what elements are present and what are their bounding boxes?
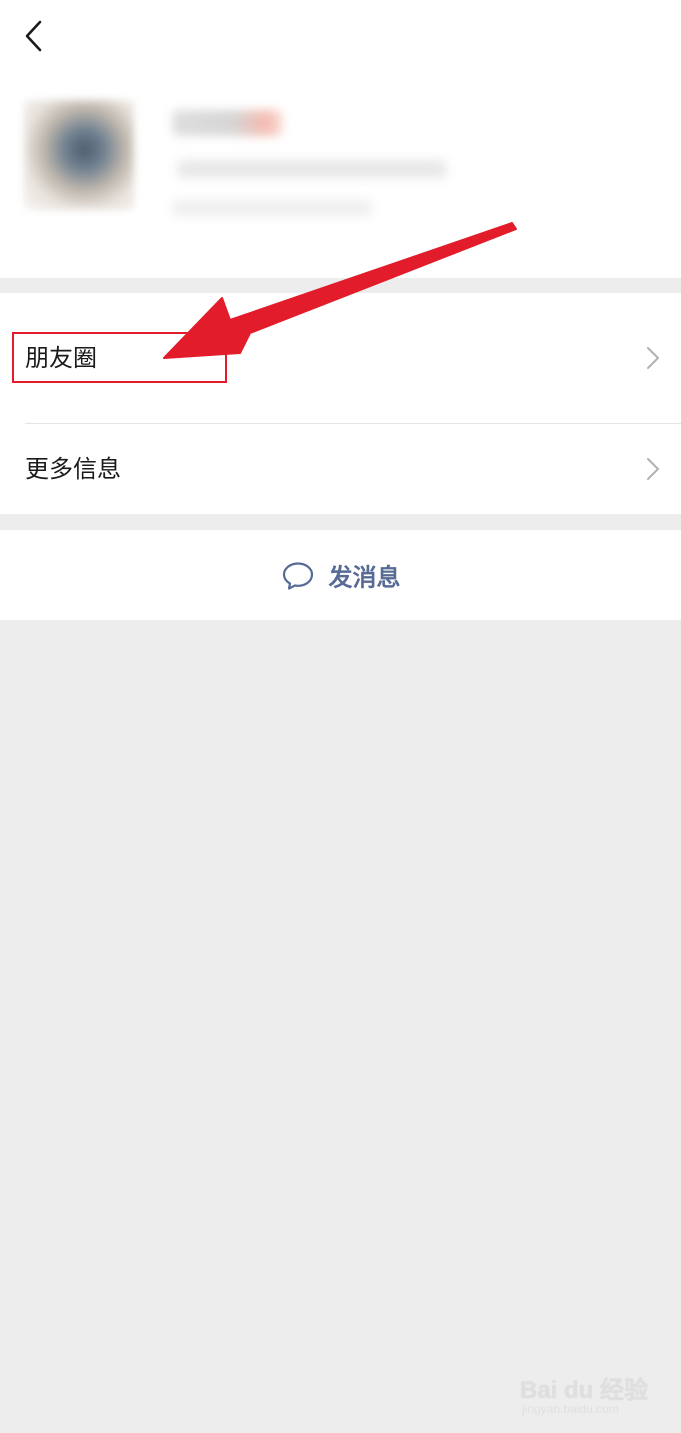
pointer-arrow-icon: [163, 222, 517, 359]
send-message-button[interactable]: 发消息: [0, 530, 681, 620]
watermark-brand: Bai du 经验: [520, 1377, 649, 1404]
back-button[interactable]: [14, 16, 54, 56]
menu-item-label: 更多信息: [25, 455, 121, 483]
send-message-label: 发消息: [328, 563, 401, 592]
chevron-left-icon: [25, 20, 42, 52]
chat-bubble-icon: [282, 561, 313, 590]
menu-item-more-info[interactable]: 更多信息: [0, 414, 681, 524]
avatar[interactable]: [24, 100, 134, 210]
watermark-logo: Bai du 经验 jingyan.baidu.com: [520, 1360, 660, 1420]
blurred-account-info: [177, 160, 447, 178]
watermark-url: jingyan.baidu.com: [522, 1402, 619, 1416]
blurred-nickname: [172, 110, 282, 136]
chevron-right-icon: [647, 458, 659, 480]
chevron-right-icon: [647, 347, 659, 369]
blurred-region-info: [172, 200, 372, 216]
